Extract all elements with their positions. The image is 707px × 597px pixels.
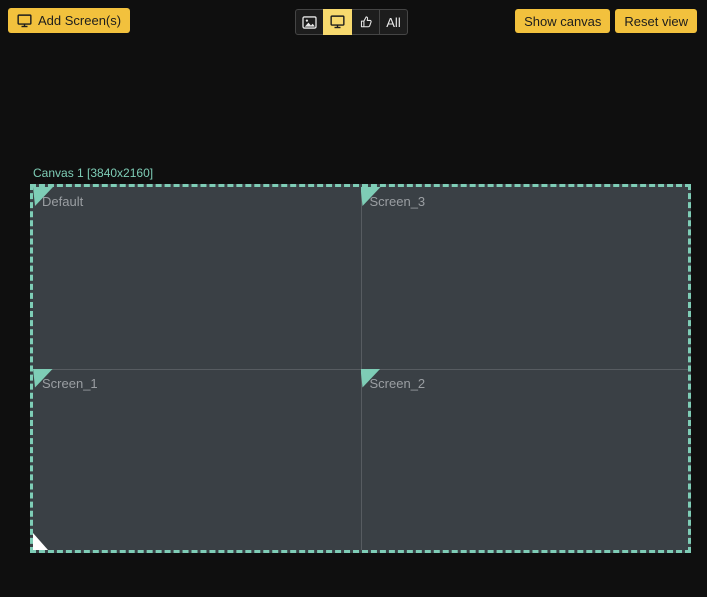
reset-view-button[interactable]: Reset view bbox=[615, 9, 697, 33]
view-actions: Show canvas Reset view bbox=[515, 9, 697, 33]
canvas-area[interactable]: Default Screen_3 Screen_1 Screen_2 bbox=[30, 184, 691, 553]
filter-favorites-button[interactable] bbox=[351, 9, 380, 35]
view-filter-group: All bbox=[295, 9, 408, 35]
monitor-icon bbox=[330, 15, 345, 29]
add-screens-label: Add Screen(s) bbox=[38, 13, 121, 28]
filter-screens-button[interactable] bbox=[323, 9, 352, 35]
screen-2[interactable]: Screen_2 bbox=[361, 369, 689, 551]
screen-name: Screen_1 bbox=[42, 376, 98, 391]
screen-default[interactable]: Default bbox=[33, 187, 361, 369]
screen-name: Default bbox=[42, 194, 83, 209]
filter-all-button[interactable]: All bbox=[379, 9, 408, 35]
add-screens-button[interactable]: Add Screen(s) bbox=[8, 8, 130, 33]
screen-name: Screen_3 bbox=[370, 194, 426, 209]
screen-1[interactable]: Screen_1 bbox=[33, 369, 361, 551]
show-canvas-button[interactable]: Show canvas bbox=[515, 9, 610, 33]
canvas-title: Canvas 1 [3840x2160] bbox=[33, 166, 153, 180]
image-icon bbox=[302, 16, 317, 29]
screen-3[interactable]: Screen_3 bbox=[361, 187, 689, 369]
screen-name: Screen_2 bbox=[370, 376, 426, 391]
monitor-icon bbox=[17, 14, 32, 28]
toolbar: Add Screen(s) bbox=[0, 0, 707, 42]
filter-images-button[interactable] bbox=[295, 9, 324, 35]
thumbs-up-icon bbox=[359, 15, 373, 29]
